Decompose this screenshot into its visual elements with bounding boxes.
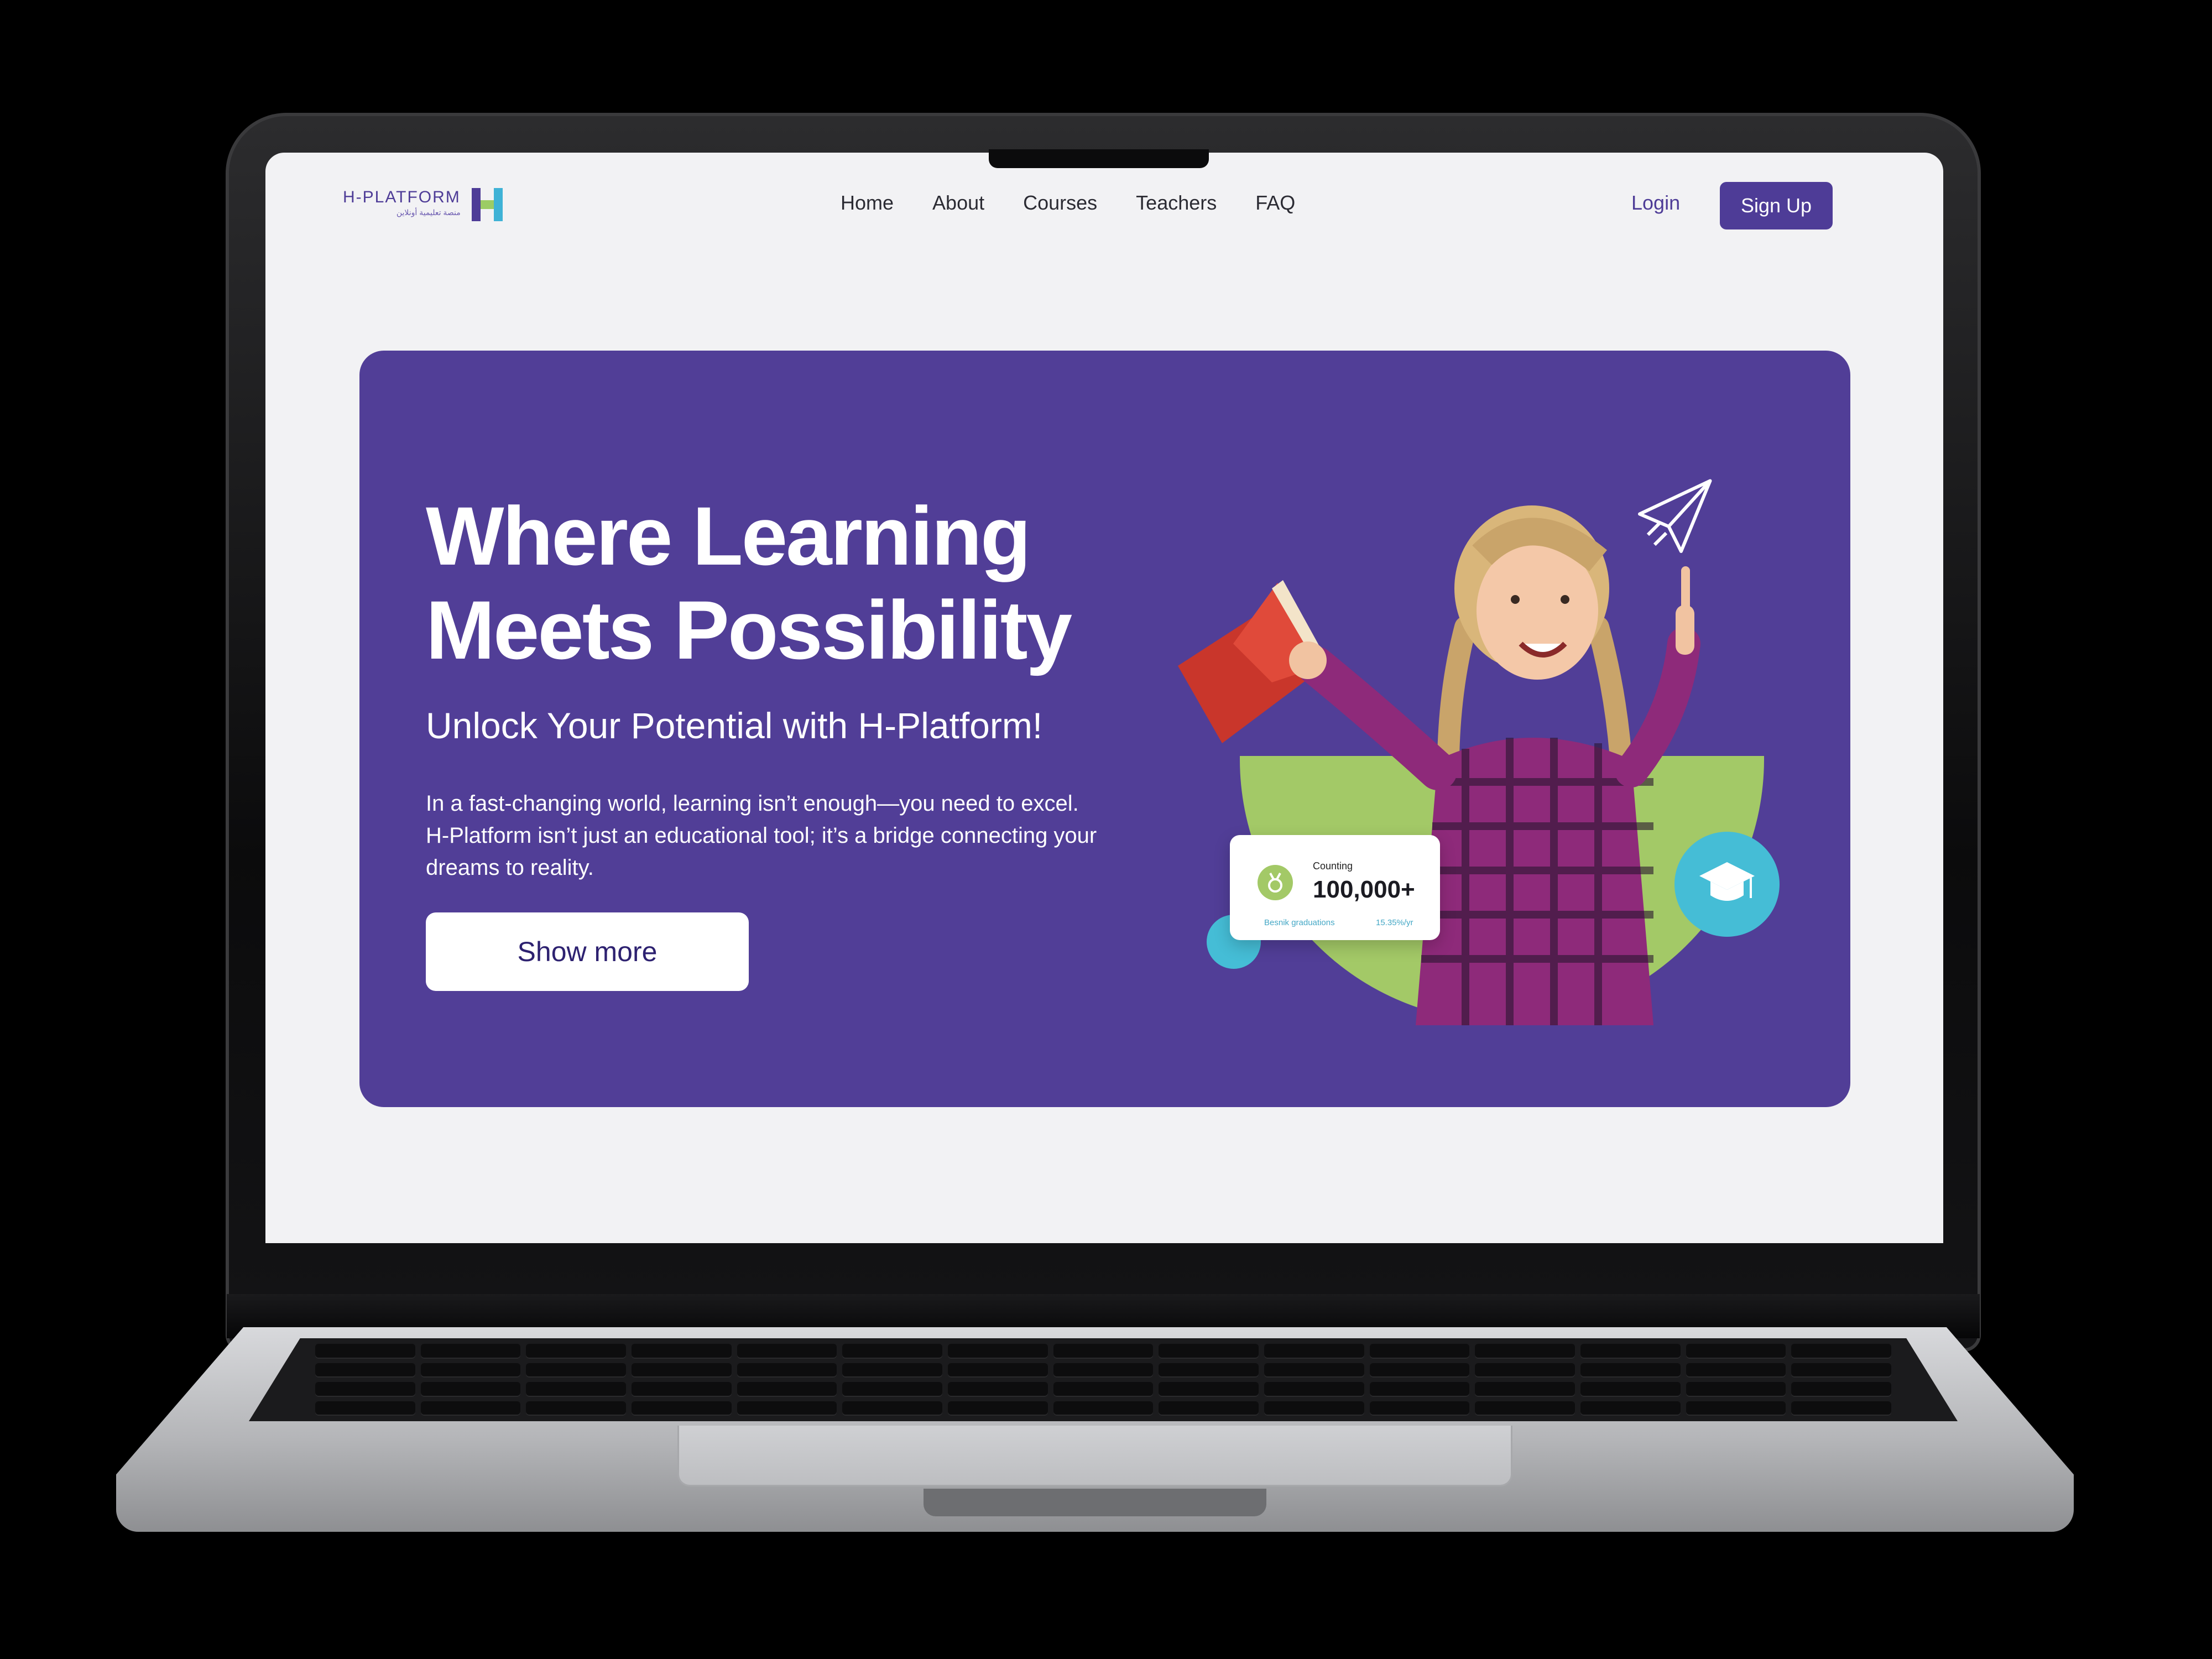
- nav-link-about[interactable]: About: [932, 191, 984, 215]
- show-more-button[interactable]: Show more: [426, 912, 749, 991]
- signup-button[interactable]: Sign Up: [1720, 182, 1833, 229]
- graduation-cap-icon: [1699, 862, 1755, 901]
- hero-title-line-2: Meets Possibility: [426, 583, 1072, 676]
- logo-text: H-PLATFORM منصة تعليمية أونلاين: [343, 188, 461, 217]
- website-screen: H-PLATFORM منصة تعليمية أونلاين Home Abo…: [265, 153, 1943, 1243]
- laptop-keyboard: [249, 1338, 1958, 1421]
- stat-value: 100,000+: [1313, 876, 1415, 903]
- stat-footer-left: Besnik graduations: [1264, 918, 1335, 927]
- nav-link-courses[interactable]: Courses: [1023, 191, 1097, 215]
- medal-icon: [1258, 865, 1293, 900]
- student-girl-illustration: [1178, 505, 1700, 1025]
- hero-title-line-1: Where Learning: [426, 489, 1031, 582]
- graduation-cap-badge: [1674, 832, 1780, 937]
- nav-link-teachers[interactable]: Teachers: [1136, 191, 1217, 215]
- h-logo-icon: [471, 188, 503, 221]
- hero-banner: Where Learning Meets Possibility Unlock …: [359, 351, 1850, 1107]
- hero-description-line-2: H-Platform isn’t just an educational too…: [426, 823, 1097, 848]
- main-nav: Home About Courses Teachers FAQ: [841, 191, 1295, 215]
- hero-description-line-3: dreams to reality.: [426, 855, 594, 880]
- nav-link-faq[interactable]: FAQ: [1255, 191, 1295, 215]
- brand-logo[interactable]: H-PLATFORM منصة تعليمية أونلاين: [343, 188, 503, 221]
- brand-tagline: منصة تعليمية أونلاين: [396, 208, 461, 217]
- top-navbar: H-PLATFORM منصة تعليمية أونلاين Home Abo…: [265, 153, 1943, 263]
- graduates-stat-card: Counting 100,000+ Besnik graduations 15.…: [1230, 835, 1440, 940]
- hero-description-line-1: In a fast-changing world, learning isn’t…: [426, 791, 1079, 816]
- stat-footer-right: 15.35%/yr: [1376, 918, 1413, 927]
- hero-title: Where Learning Meets Possibility: [426, 489, 1200, 677]
- laptop-front-lip: [924, 1489, 1266, 1516]
- hero-description: In a fast-changing world, learning isn’t…: [426, 787, 1156, 884]
- brand-name: H-PLATFORM: [343, 188, 461, 206]
- hero-subtitle: Unlock Your Potential with H-Platform!: [426, 705, 1043, 746]
- stat-label: Counting: [1313, 860, 1353, 872]
- login-link[interactable]: Login: [1631, 191, 1680, 215]
- nav-link-home[interactable]: Home: [841, 191, 894, 215]
- laptop-trackpad: [677, 1426, 1512, 1486]
- paper-plane-icon: [1638, 479, 1712, 553]
- camera-notch: [989, 149, 1209, 168]
